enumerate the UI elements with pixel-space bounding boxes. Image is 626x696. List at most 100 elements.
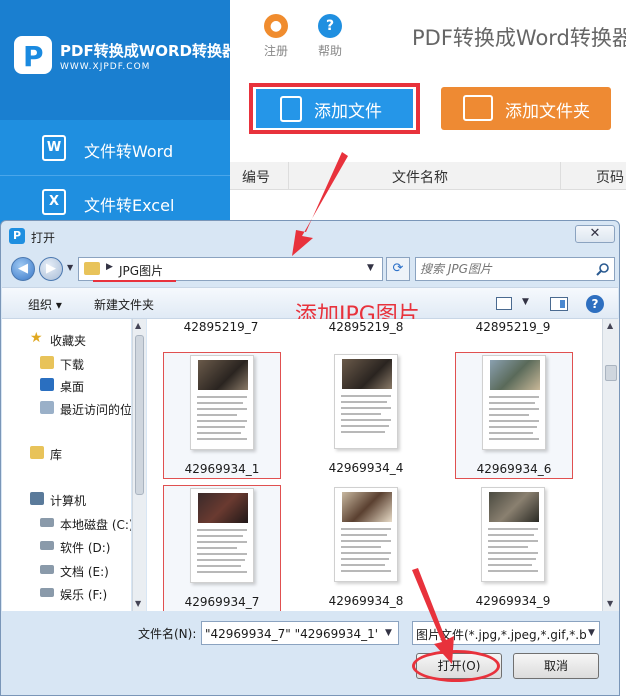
help-icon[interactable]: ? — [586, 295, 604, 313]
address-path[interactable]: JPG图片 — [119, 262, 163, 279]
scrollbar-thumb[interactable] — [605, 365, 617, 381]
file-item[interactable]: 42969934_8 — [308, 485, 426, 611]
nav-pane-scrollbar[interactable]: ▲ ▼ — [132, 319, 146, 611]
folder-icon — [84, 262, 100, 275]
forward-button[interactable]: ▶ — [39, 257, 63, 281]
drive-icon — [40, 588, 54, 597]
image-thumbnail — [481, 487, 545, 582]
image-thumbnail — [334, 487, 398, 582]
drive-icon — [40, 565, 54, 574]
question-icon: ? — [318, 14, 342, 38]
filetype-select[interactable]: 图片文件(*.jpg,*.jpeg,*.gif,*.bmp) ▼ — [412, 621, 600, 645]
excel-doc-icon: X — [42, 189, 66, 215]
chevron-down-icon[interactable]: ▼ — [522, 297, 529, 307]
open-button[interactable]: 打开(O) — [416, 653, 502, 679]
dialog-titlebar[interactable]: P 打开 ✕ — [1, 221, 619, 249]
image-thumbnail — [334, 354, 398, 449]
file-item-selected[interactable]: 42969934_7 — [163, 485, 281, 611]
image-thumbnail — [190, 355, 254, 450]
file-list: 42895219_7 42895219_8 42895219_9 4296993… — [147, 319, 602, 611]
recent-places-icon — [40, 401, 54, 414]
filename-combobox[interactable]: ▼ — [201, 621, 399, 645]
folder-icon — [463, 95, 493, 121]
cancel-button[interactable]: 取消 — [513, 653, 599, 679]
back-button[interactable]: ◀ — [11, 257, 35, 281]
close-button[interactable]: ✕ — [575, 225, 615, 243]
nav-item-drive-d[interactable]: 软件 (D:) — [2, 536, 131, 556]
photo-thumbnail — [198, 493, 248, 523]
column-header-page: 页码 — [596, 170, 624, 186]
open-file-dialog: P 打开 ✕ ◀ ▶ ▼ ▶ JPG图片 ▼ ⟳ 组织 ▾ 新建文件夹 ▼ ? … — [0, 220, 620, 696]
chevron-down-icon[interactable]: ▼ — [67, 263, 73, 272]
search-icon[interactable] — [596, 262, 610, 276]
nav-item-computer[interactable]: 计算机 — [2, 489, 131, 509]
photo-thumbnail — [490, 360, 540, 390]
file-item-selected[interactable]: 42969934_6 — [455, 352, 573, 479]
file-item[interactable]: 42895219_8 — [308, 319, 426, 345]
organize-menu[interactable]: 组织 ▾ — [28, 296, 62, 313]
sidebar-item-file-to-word[interactable]: W 文件转Word — [0, 122, 230, 176]
app-header: ● 注册 ? 帮助 PDF转换成Word转换器 — [230, 0, 626, 80]
nav-item-desktop[interactable]: 桌面 — [2, 375, 131, 395]
nav-item-favorites[interactable]: ★ 收藏夹 — [2, 329, 131, 349]
nav-item-drive-f[interactable]: 娱乐 (F:) — [2, 583, 131, 603]
column-divider — [560, 162, 561, 190]
file-list-scrollbar[interactable]: ▲ ▼ — [602, 319, 619, 611]
photo-thumbnail — [198, 360, 248, 390]
image-thumbnail — [190, 488, 254, 583]
logo-area: P PDF转换成WORD转换器 WWW.XJPDF.COM — [0, 0, 237, 120]
search-input[interactable] — [420, 260, 590, 278]
photo-thumbnail — [342, 492, 392, 522]
desktop-icon — [40, 378, 54, 391]
sidebar-item-label: 文件转Word — [84, 142, 174, 161]
chevron-down-icon[interactable]: ▼ — [385, 628, 392, 638]
nav-item-drive-c[interactable]: 本地磁盘 (C:) — [2, 513, 131, 533]
filetype-value: 图片文件(*.jpg,*.jpeg,*.gif,*.bmp) — [416, 628, 586, 642]
nav-item-drive-e[interactable]: 文档 (E:) — [2, 560, 131, 580]
filename-input[interactable] — [205, 625, 377, 642]
column-header-filename: 文件名称 — [392, 170, 448, 186]
library-icon — [30, 446, 44, 459]
computer-icon — [30, 492, 44, 505]
scrollbar-thumb[interactable] — [135, 335, 144, 495]
filename-label: 文件名(N): — [138, 627, 197, 641]
address-underline — [93, 280, 176, 282]
nav-item-downloads[interactable]: 下载 — [2, 353, 131, 373]
search-box[interactable] — [415, 257, 615, 281]
file-item[interactable]: 42969934_4 — [308, 352, 426, 479]
navigation-pane: ★ 收藏夹 下载 桌面 最近访问的位 库 计算机 本地磁盘 (C:) 软件 (D… — [2, 319, 131, 611]
add-file-button[interactable]: 添加文件 — [256, 89, 413, 128]
downloads-icon — [40, 356, 54, 369]
file-item[interactable]: 42895219_7 — [163, 319, 281, 345]
document-icon — [280, 96, 302, 122]
scroll-up-icon[interactable]: ▲ — [135, 321, 141, 330]
chevron-down-icon[interactable]: ▼ — [367, 263, 374, 273]
dialog-title: 打开 — [31, 231, 56, 245]
scroll-down-icon[interactable]: ▼ — [607, 599, 613, 608]
register-button[interactable]: ● 注册 — [256, 14, 296, 59]
scroll-up-icon[interactable]: ▲ — [607, 321, 613, 330]
file-item[interactable]: 42895219_9 — [455, 319, 573, 345]
app-title: PDF转换成Word转换器 — [412, 26, 626, 50]
address-bar[interactable]: ▶ JPG图片 ▼ — [78, 257, 383, 281]
file-item-selected[interactable]: 42969934_1 — [163, 352, 281, 479]
file-table-header: 编号 文件名称 页码 — [230, 162, 626, 190]
chevron-right-icon[interactable]: ▶ — [106, 262, 113, 272]
nav-item-recent-places[interactable]: 最近访问的位 — [2, 398, 131, 418]
chevron-down-icon[interactable]: ▼ — [588, 628, 595, 638]
view-options-icon[interactable] — [496, 297, 512, 310]
logo-title: PDF转换成WORD转换器 — [60, 42, 237, 60]
nav-item-libraries[interactable]: 库 — [2, 443, 131, 463]
add-folder-button[interactable]: 添加文件夹 — [441, 87, 611, 130]
scroll-down-icon[interactable]: ▼ — [135, 599, 141, 608]
file-item[interactable]: 42969934_9 — [455, 485, 573, 611]
word-doc-icon: W — [42, 135, 66, 161]
new-folder-button[interactable]: 新建文件夹 — [94, 296, 154, 313]
help-button[interactable]: ? 帮助 — [310, 14, 350, 59]
star-icon: ★ — [30, 330, 43, 346]
column-header-number: 编号 — [242, 170, 270, 186]
refresh-button[interactable]: ⟳ — [386, 257, 410, 281]
pdf-logo-icon: P — [14, 36, 52, 74]
preview-pane-icon[interactable] — [550, 297, 568, 311]
drive-icon — [40, 518, 54, 527]
